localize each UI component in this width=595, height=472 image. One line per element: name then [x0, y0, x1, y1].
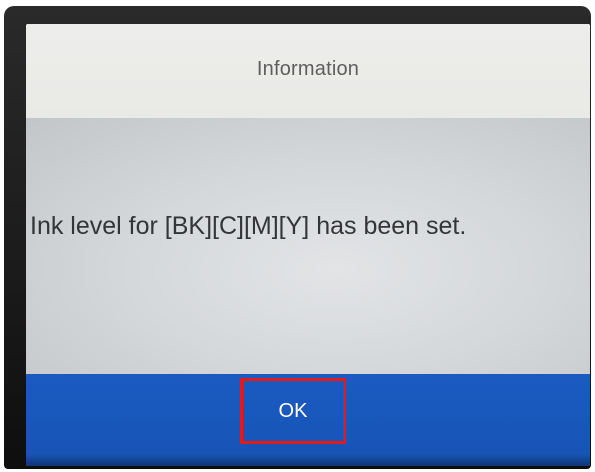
dialog-message: Ink level for [BK][C][M][Y] has been set…	[30, 212, 467, 240]
dialog-body: Ink level for [BK][C][M][Y] has been set…	[26, 118, 590, 394]
dialog-button-bar: OK	[26, 374, 590, 466]
dialog-title-bar: Information	[26, 24, 590, 118]
ok-button-label: OK	[278, 399, 308, 422]
screen-edge-shadow	[26, 454, 590, 466]
dialog-title: Information	[256, 57, 360, 80]
lcd-screen: Information Ink level for [BK][C][M][Y] …	[26, 24, 590, 466]
photo-frame: Information Ink level for [BK][C][M][Y] …	[0, 0, 595, 472]
ok-button[interactable]: OK	[240, 378, 346, 444]
